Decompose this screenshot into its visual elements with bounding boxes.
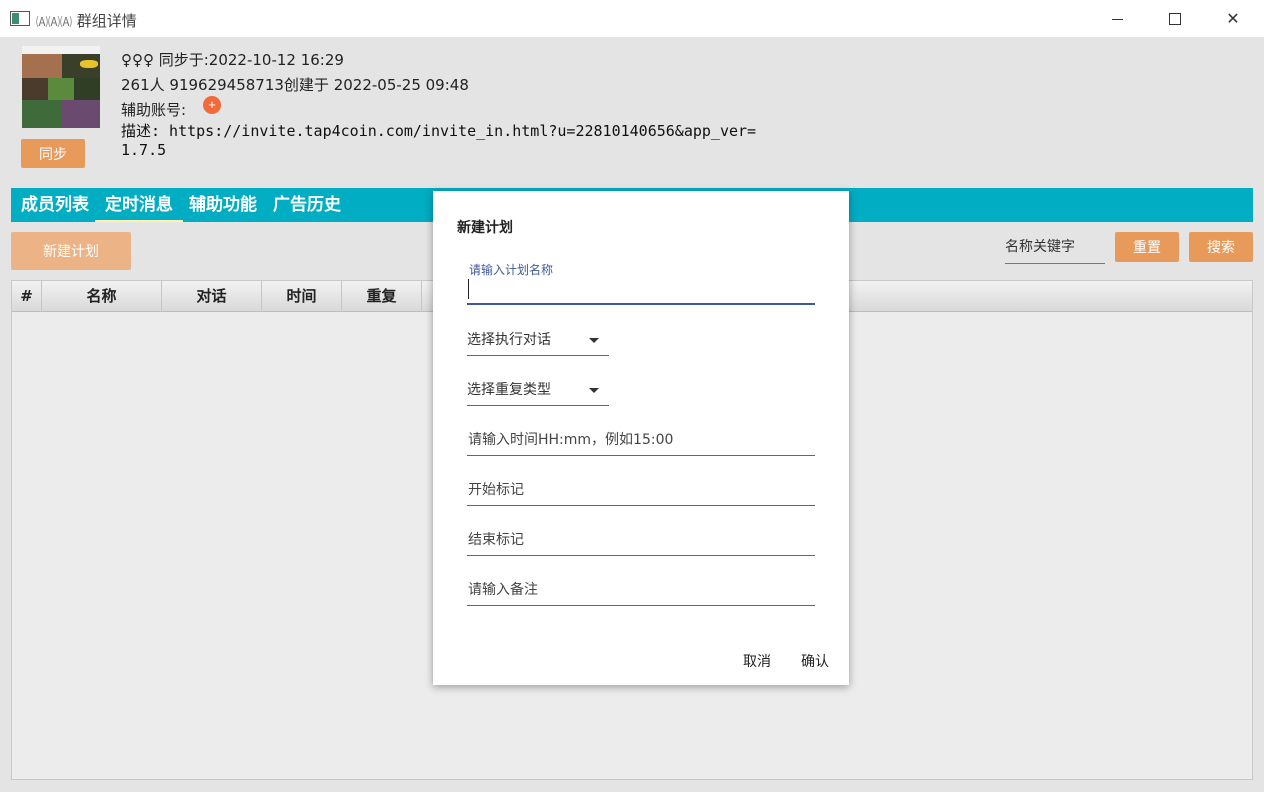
end-mark-input[interactable]: 结束标记 xyxy=(467,526,815,556)
title-bar: 🄐🄐🄐 群组详情 ✕ xyxy=(0,0,1264,38)
group-avatar xyxy=(22,46,100,128)
sync-info: ♀♀♀ 同步于:2022-10-12 16:29 xyxy=(121,51,344,69)
confirm-button[interactable]: 确认 xyxy=(801,651,829,671)
repeat-select-label: 选择重复类型 xyxy=(467,382,551,398)
sync-button[interactable]: 同步 xyxy=(21,139,85,168)
reset-button[interactable]: 重置 xyxy=(1115,232,1179,262)
cancel-button[interactable]: 取消 xyxy=(743,651,771,671)
window-title: 🄐🄐🄐 群组详情 xyxy=(36,10,137,31)
column-header-index[interactable]: # xyxy=(12,281,42,312)
avatar-strip xyxy=(22,46,100,54)
maximize-icon xyxy=(1169,13,1181,25)
column-header-name[interactable]: 名称 xyxy=(42,281,162,312)
minimize-button[interactable] xyxy=(1088,0,1146,38)
add-assist-account-button[interactable]: + xyxy=(203,96,221,114)
new-plan-dialog: 新建计划 请输入计划名称 选择执行对话 选择重复类型 请输入时间HH:mm，例如… xyxy=(433,191,849,685)
minimize-icon xyxy=(1111,18,1123,20)
column-header-time[interactable]: 时间 xyxy=(262,281,342,312)
avatar-tile xyxy=(22,100,62,128)
window-title-text: 群组详情 xyxy=(76,12,137,30)
tab-ad-history[interactable]: 广告历史 xyxy=(263,188,351,222)
avatar-tile xyxy=(22,54,62,78)
chat-select-label: 选择执行对话 xyxy=(467,332,551,348)
keyword-search-input[interactable]: 名称关键字 xyxy=(1005,234,1105,264)
time-input[interactable]: 请输入时间HH:mm，例如15:00 xyxy=(467,426,815,456)
avatar-tile xyxy=(62,100,100,128)
text-caret xyxy=(468,279,469,299)
new-plan-button[interactable]: 新建计划 xyxy=(11,232,131,270)
maximize-button[interactable] xyxy=(1146,0,1204,38)
group-description: 描述: https://invite.tap4coin.com/invite_i… xyxy=(121,122,757,159)
close-button[interactable]: ✕ xyxy=(1204,0,1262,38)
assist-account-label: 辅助账号: xyxy=(121,101,187,119)
tab-assist-functions[interactable]: 辅助功能 xyxy=(179,188,267,222)
avatar-tile xyxy=(48,78,74,100)
start-mark-input[interactable]: 开始标记 xyxy=(467,476,815,506)
title-glyphs: 🄐🄐🄐 xyxy=(36,15,73,29)
avatar-tile xyxy=(74,78,100,100)
dropdown-arrow-icon xyxy=(589,388,599,393)
app-icon xyxy=(10,11,30,26)
plan-name-label: 请输入计划名称 xyxy=(469,263,554,277)
column-header-chat[interactable]: 对话 xyxy=(162,281,262,312)
plan-name-input[interactable]: 请输入计划名称 xyxy=(467,261,815,305)
avatar-tile xyxy=(22,78,48,100)
tab-members[interactable]: 成员列表 xyxy=(11,188,99,222)
group-meta: 261人 919629458713创建于 2022-05-25 09:48 xyxy=(121,76,469,94)
dialog-title: 新建计划 xyxy=(457,220,513,236)
tab-scheduled-messages[interactable]: 定时消息 xyxy=(95,188,183,222)
close-icon: ✕ xyxy=(1226,11,1240,28)
avatar-tile xyxy=(80,60,98,68)
search-button[interactable]: 搜索 xyxy=(1189,232,1253,262)
repeat-type-select[interactable]: 选择重复类型 xyxy=(467,376,609,406)
column-header-repeat[interactable]: 重复 xyxy=(342,281,422,312)
dropdown-arrow-icon xyxy=(589,338,599,343)
remark-input[interactable]: 请输入备注 xyxy=(467,576,815,606)
chat-select[interactable]: 选择执行对话 xyxy=(467,326,609,356)
